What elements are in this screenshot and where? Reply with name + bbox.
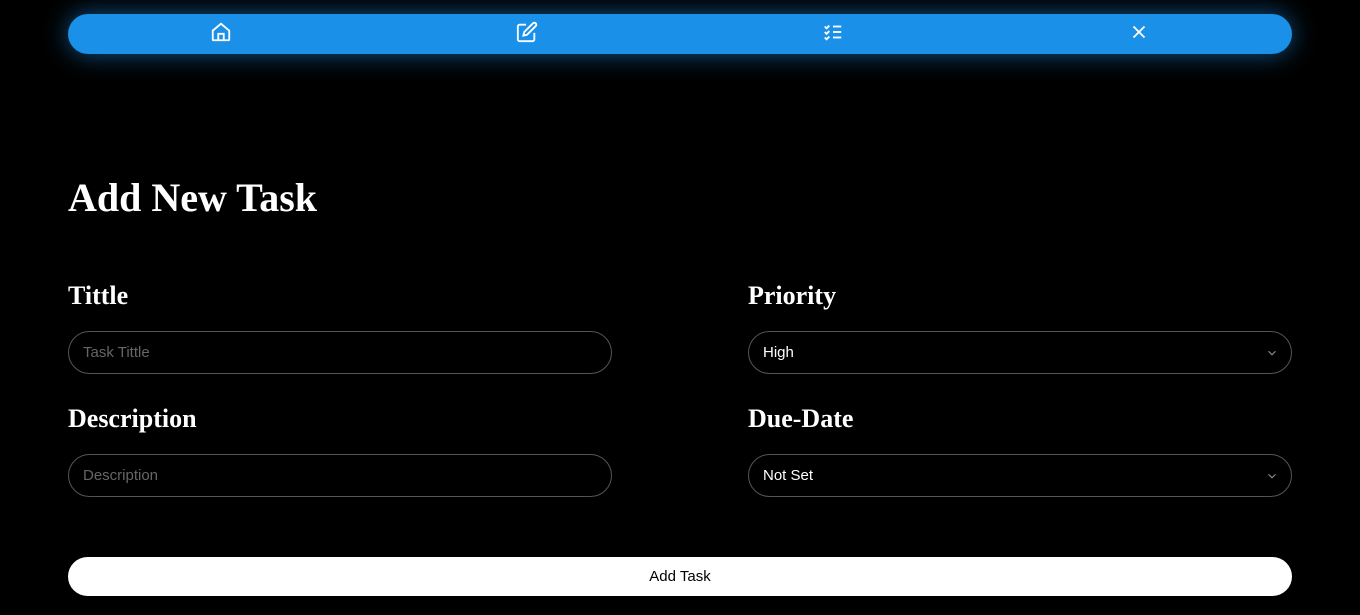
nav-close[interactable] bbox=[986, 21, 1292, 47]
due-date-group: Due-Date Not Set bbox=[748, 404, 1292, 497]
priority-group: Priority High bbox=[748, 281, 1292, 374]
description-group: Description bbox=[68, 404, 612, 497]
form-grid: Tittle Priority High Description Due-Dat… bbox=[68, 281, 1292, 497]
edit-icon bbox=[516, 21, 538, 47]
due-date-label: Due-Date bbox=[748, 404, 1292, 434]
due-date-select[interactable]: Not Set bbox=[748, 454, 1292, 497]
add-task-button[interactable]: Add Task bbox=[68, 557, 1292, 596]
close-icon bbox=[1128, 21, 1150, 47]
title-group: Tittle bbox=[68, 281, 612, 374]
description-label: Description bbox=[68, 404, 612, 434]
nav-home[interactable] bbox=[68, 21, 374, 47]
priority-label: Priority bbox=[748, 281, 1292, 311]
nav-checklist[interactable] bbox=[680, 21, 986, 47]
nav-bar bbox=[68, 14, 1292, 54]
nav-edit[interactable] bbox=[374, 21, 680, 47]
home-icon bbox=[210, 21, 232, 47]
description-input[interactable] bbox=[68, 454, 612, 497]
page-title: Add New Task bbox=[68, 174, 1292, 221]
title-label: Tittle bbox=[68, 281, 612, 311]
title-input[interactable] bbox=[68, 331, 612, 374]
priority-select[interactable]: High bbox=[748, 331, 1292, 374]
checklist-icon bbox=[822, 21, 844, 47]
